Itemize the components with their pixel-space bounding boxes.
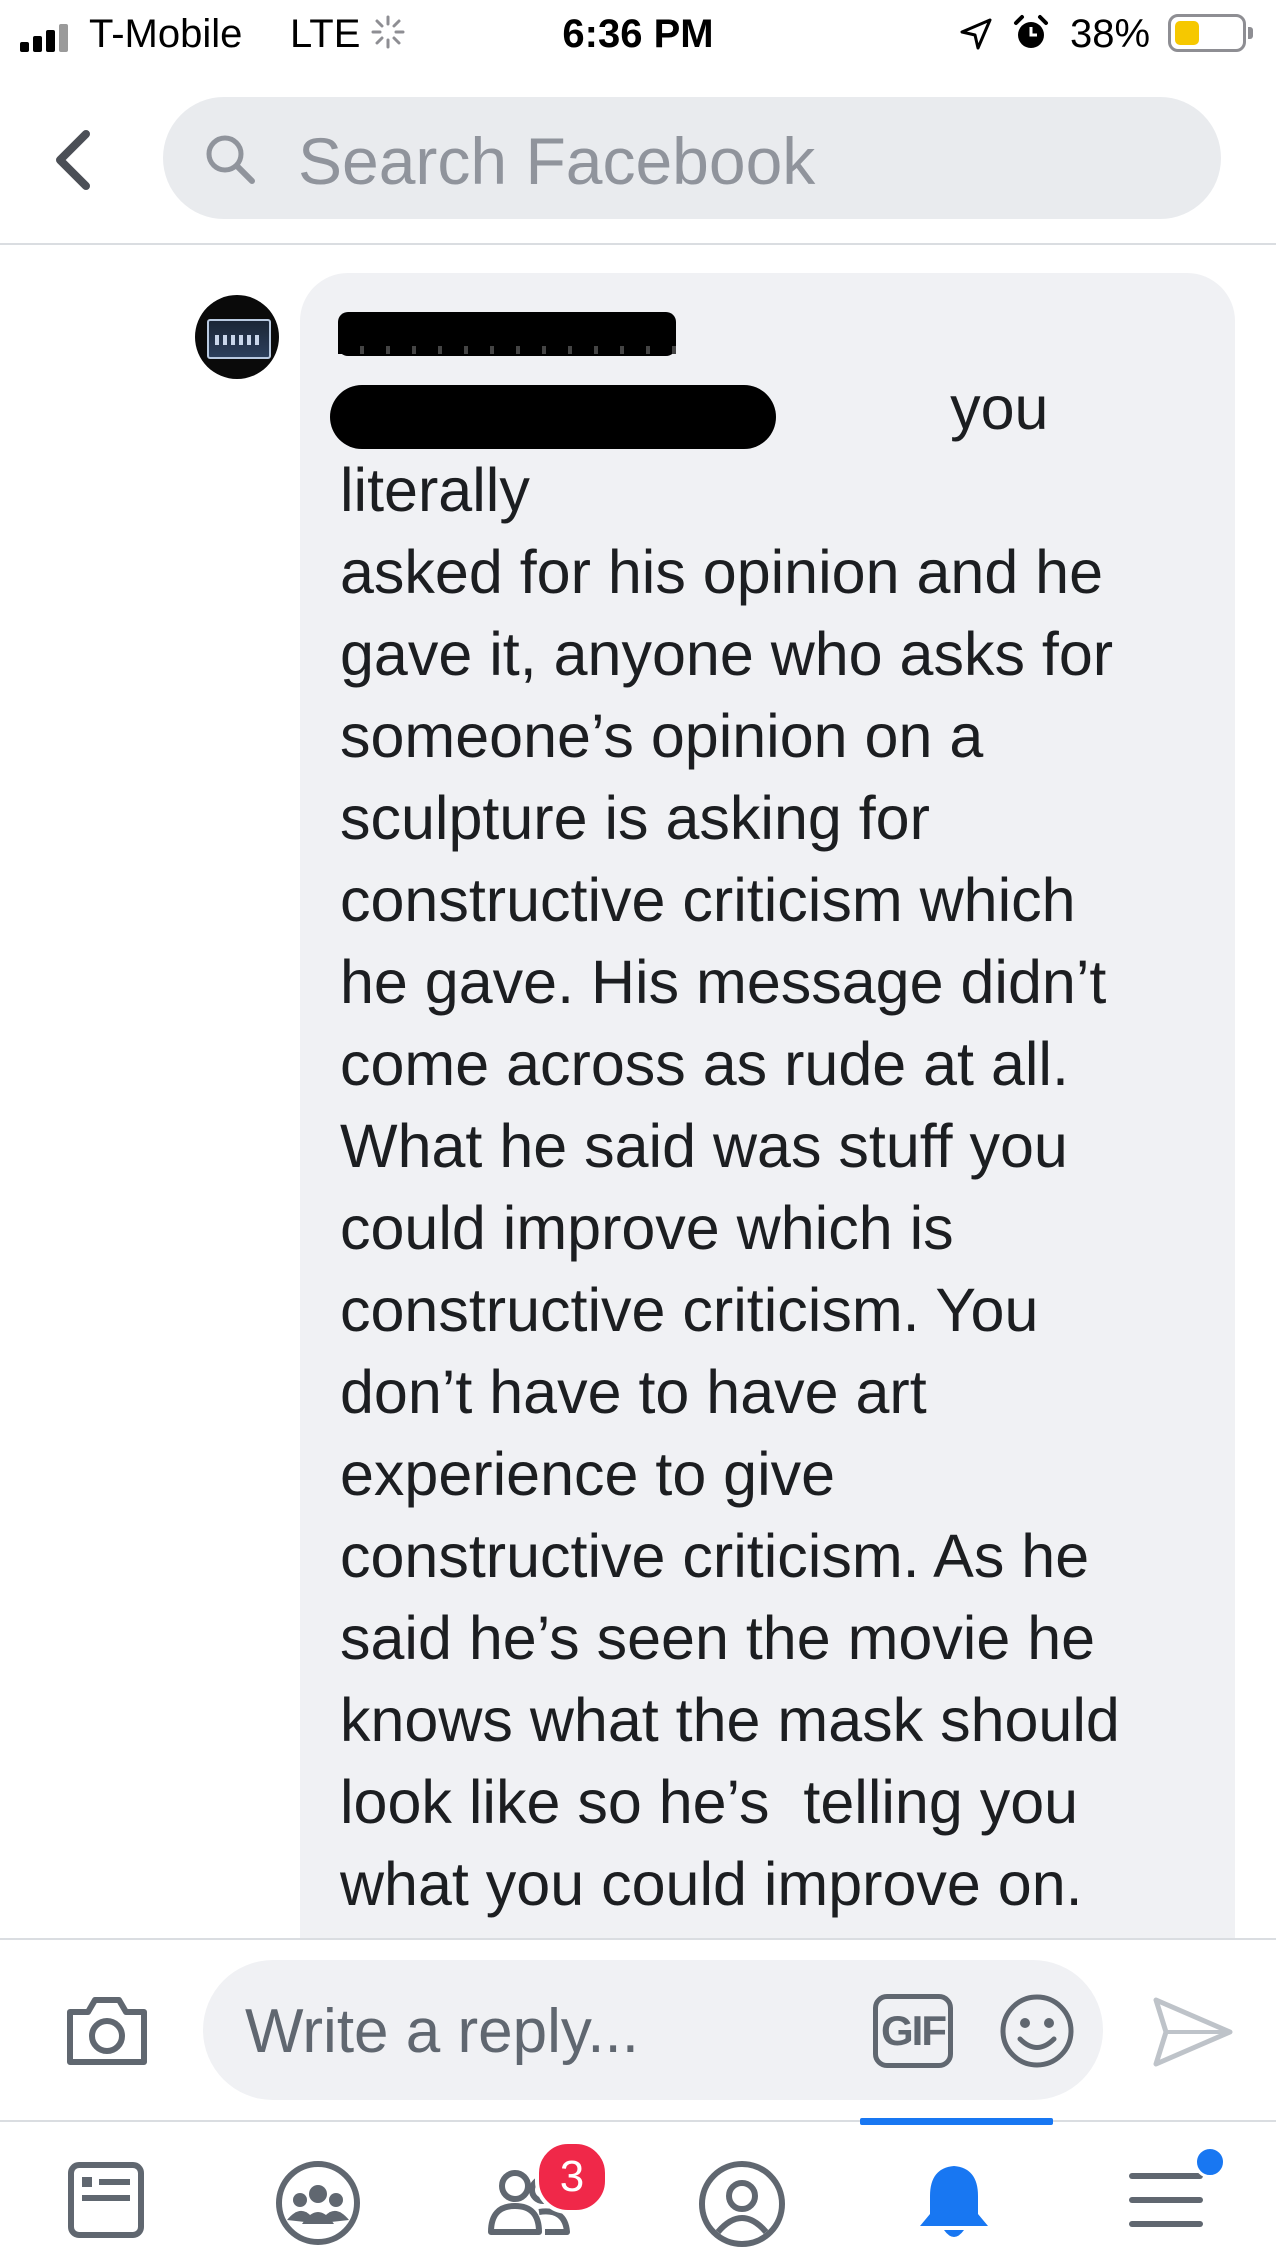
camera-icon[interactable] xyxy=(62,1990,152,2070)
status-bar: T-Mobile LTE 6:36 PM 38% xyxy=(0,0,1276,70)
gif-button[interactable]: GIF xyxy=(873,1994,953,2068)
profile-icon xyxy=(699,2161,785,2247)
comment-body: you literally asked for his opinion and … xyxy=(340,374,1121,1938)
redacted-author-name xyxy=(338,312,676,356)
top-navigation: Search Facebook xyxy=(0,70,1276,245)
back-button[interactable] xyxy=(40,120,110,200)
tab-profile[interactable] xyxy=(636,2122,848,2268)
alarm-clock-icon xyxy=(1014,15,1048,48)
tab-notifications[interactable] xyxy=(848,2122,1060,2268)
emoji-icon[interactable] xyxy=(998,1992,1076,2070)
reply-placeholder: Write a reply... xyxy=(245,1997,639,2066)
reply-composer: Write a reply... GIF xyxy=(0,1938,1276,2120)
comment-thread: you literally asked for his opinion and … xyxy=(0,245,1276,1938)
tab-groups[interactable] xyxy=(212,2122,424,2268)
battery-level-fill xyxy=(1175,21,1199,45)
avatar-image xyxy=(207,319,271,359)
groups-icon xyxy=(276,2161,360,2245)
commenter-avatar[interactable] xyxy=(195,295,279,379)
tab-news-feed[interactable] xyxy=(0,2122,212,2268)
bottom-tab-bar: 3 xyxy=(0,2118,1276,2268)
search-icon xyxy=(206,135,255,184)
search-placeholder: Search Facebook xyxy=(298,124,816,198)
battery-icon xyxy=(1168,14,1253,52)
bell-icon xyxy=(920,2166,988,2237)
news-feed-icon xyxy=(68,2162,144,2238)
friend-requests-badge: 3 xyxy=(535,2140,609,2214)
battery-percentage: 38% xyxy=(1070,12,1151,56)
tab-menu[interactable] xyxy=(1060,2122,1272,2268)
hamburger-icon xyxy=(1129,2173,1203,2227)
reply-input[interactable]: Write a reply... GIF xyxy=(203,1960,1103,2100)
menu-notification-dot xyxy=(1194,2146,1226,2178)
send-icon[interactable] xyxy=(1150,1992,1235,2072)
location-arrow-icon xyxy=(960,18,992,50)
search-bar[interactable]: Search Facebook xyxy=(163,97,1221,219)
